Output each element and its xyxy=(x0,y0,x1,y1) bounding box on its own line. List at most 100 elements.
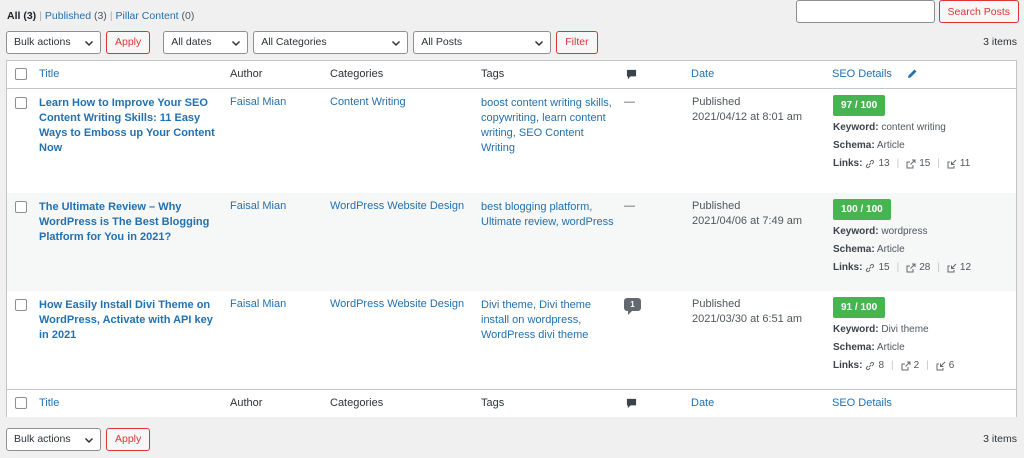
seo-keyword: Keyword: Divi theme xyxy=(833,323,1013,336)
search-posts-button[interactable]: Search Posts xyxy=(938,0,1019,23)
post-category-link[interactable]: WordPress Website Design xyxy=(330,200,464,212)
external-link-icon xyxy=(901,361,911,370)
dates-filter-select[interactable]: All dates xyxy=(163,30,249,54)
row-checkbox[interactable] xyxy=(15,201,27,213)
column-title-footer[interactable]: Title xyxy=(39,397,59,409)
filter-button[interactable]: Filter xyxy=(556,30,598,54)
items-count-bottom: 3 items xyxy=(983,433,1017,445)
internal-link-icon xyxy=(866,361,875,370)
comment-bubble-icon[interactable] xyxy=(626,69,637,80)
bulk-actions-select[interactable]: Bulk actions xyxy=(6,30,101,54)
row-checkbox[interactable] xyxy=(15,97,27,109)
tablenav-bottom: Bulk actions Apply xyxy=(6,427,151,451)
seo-links: Links: 15 | 28 | 12 xyxy=(833,261,1013,274)
schema-label: Schema: xyxy=(833,140,875,151)
seo-links: Links: 13 | 15 | 11 xyxy=(833,157,1013,170)
apply-button-bottom[interactable]: Apply xyxy=(106,427,151,451)
view-pillar-label: Pillar Content xyxy=(115,10,179,22)
links-internal-count: 13 xyxy=(878,158,890,169)
links-separator: | xyxy=(926,360,929,371)
column-date-header[interactable]: Date xyxy=(691,68,714,80)
post-title-link[interactable]: Learn How to Improve Your SEO Content Wr… xyxy=(39,96,219,156)
links-external-count: 28 xyxy=(919,262,931,273)
post-author-link[interactable]: Faisal Mian xyxy=(230,200,286,212)
post-author-link[interactable]: Faisal Mian xyxy=(230,298,286,310)
search-input[interactable] xyxy=(795,0,935,23)
schema-value: Article xyxy=(876,244,905,255)
post-category-link[interactable]: WordPress Website Design xyxy=(330,298,464,310)
chevron-down-icon xyxy=(535,40,544,46)
select-all-checkbox[interactable] xyxy=(15,397,27,409)
items-count-top: 3 items xyxy=(983,36,1017,48)
internal-link-icon xyxy=(866,263,875,272)
bulk-actions-value: Bulk actions xyxy=(14,433,71,445)
links-internal-count: 8 xyxy=(878,360,885,371)
post-tags-links[interactable]: best blogging platform, Ultimate review,… xyxy=(481,200,619,230)
post-status: Published xyxy=(692,298,741,310)
links-incoming-count: 6 xyxy=(948,360,955,371)
post-tags-links[interactable]: Divi theme, Divi theme install on wordpr… xyxy=(481,298,619,343)
search-box: Search Posts xyxy=(795,0,1019,23)
post-datetime: 2021/04/12 at 8:01 am xyxy=(692,111,803,123)
view-separator: | xyxy=(109,10,113,22)
seo-schema: Schema: Article xyxy=(833,341,1013,354)
post-title-link[interactable]: How Easily Install Divi Theme on WordPre… xyxy=(39,298,219,343)
links-external-count: 15 xyxy=(919,158,931,169)
seo-schema: Schema: Article xyxy=(833,243,1013,256)
row-checkbox[interactable] xyxy=(15,299,27,311)
seo-details: 91 / 100 Keyword: Divi theme Schema: Art… xyxy=(833,297,1013,372)
table-footer: Title Author Categories Tags Date SEO De… xyxy=(7,389,1016,417)
categories-filter-select[interactable]: All Categories xyxy=(253,30,409,54)
post-date: Published 2021/04/12 at 8:01 am xyxy=(692,95,802,125)
column-author-footer: Author xyxy=(230,397,263,409)
column-title-header[interactable]: Title xyxy=(39,68,59,80)
post-date: Published 2021/04/06 at 7:49 am xyxy=(692,199,802,229)
post-comments: — xyxy=(624,200,635,212)
select-all-checkbox[interactable] xyxy=(15,68,27,80)
post-status: Published xyxy=(692,200,741,212)
post-date: Published 2021/03/30 at 6:51 am xyxy=(692,297,802,327)
seo-score-badge: 97 / 100 xyxy=(833,95,886,116)
keyword-value: content writing xyxy=(881,122,946,133)
post-category-link[interactable]: Content Writing xyxy=(330,96,406,108)
links-incoming-count: 12 xyxy=(959,262,972,273)
column-seo-details-header[interactable]: SEO Details xyxy=(832,68,892,80)
internal-link-icon xyxy=(866,159,875,168)
chevron-down-icon xyxy=(84,40,94,46)
seo-details: 97 / 100 Keyword: content writing Schema… xyxy=(833,95,1013,170)
seo-links: Links: 8 | 2 | 6 xyxy=(833,359,1013,372)
comment-bubble-icon[interactable] xyxy=(626,398,637,409)
post-status: Published xyxy=(692,96,741,108)
post-comments: — xyxy=(624,96,635,108)
post-title-link[interactable]: The Ultimate Review – Why WordPress is T… xyxy=(39,200,219,245)
chevron-down-icon xyxy=(232,40,241,46)
tablenav-top: Bulk actions Apply All dates All Categor… xyxy=(6,30,598,54)
comment-count-bubble[interactable]: 1 xyxy=(624,298,641,315)
pencil-icon[interactable] xyxy=(906,68,918,80)
posts-filter-value: All Posts xyxy=(421,36,463,48)
links-separator: | xyxy=(937,158,940,169)
seo-schema: Schema: Article xyxy=(833,139,1013,152)
post-comments[interactable]: 1 xyxy=(624,298,641,315)
view-all[interactable]: All (3) xyxy=(7,10,36,22)
seo-score-badge: 100 / 100 xyxy=(833,199,891,220)
links-separator: | xyxy=(937,262,940,273)
apply-button[interactable]: Apply xyxy=(106,30,151,54)
bulk-actions-select-bottom[interactable]: Bulk actions xyxy=(6,427,101,451)
seo-details: 100 / 100 Keyword: wordpress Schema: Art… xyxy=(833,199,1013,274)
column-date-footer[interactable]: Date xyxy=(691,397,714,409)
posts-table: Title Author Categories Tags Date SEO De… xyxy=(6,60,1017,417)
links-label: Links: xyxy=(833,262,863,273)
keyword-value: Divi theme xyxy=(881,324,929,335)
posts-filter-select[interactable]: All Posts xyxy=(413,30,552,54)
post-author-link[interactable]: Faisal Mian xyxy=(230,96,286,108)
bulk-actions-value: Bulk actions xyxy=(14,36,71,48)
chevron-down-icon xyxy=(84,437,94,443)
column-seo-details-footer[interactable]: SEO Details xyxy=(832,397,892,409)
view-published[interactable]: Published (3) xyxy=(45,10,107,22)
view-all-count: (3) xyxy=(23,10,37,22)
table-header: Title Author Categories Tags Date SEO De… xyxy=(7,61,1016,89)
view-pillar-content[interactable]: Pillar Content (0) xyxy=(116,10,195,22)
table-row: Learn How to Improve Your SEO Content Wr… xyxy=(7,89,1016,193)
post-tags-links[interactable]: boost content writing skills, copywritin… xyxy=(481,96,619,156)
